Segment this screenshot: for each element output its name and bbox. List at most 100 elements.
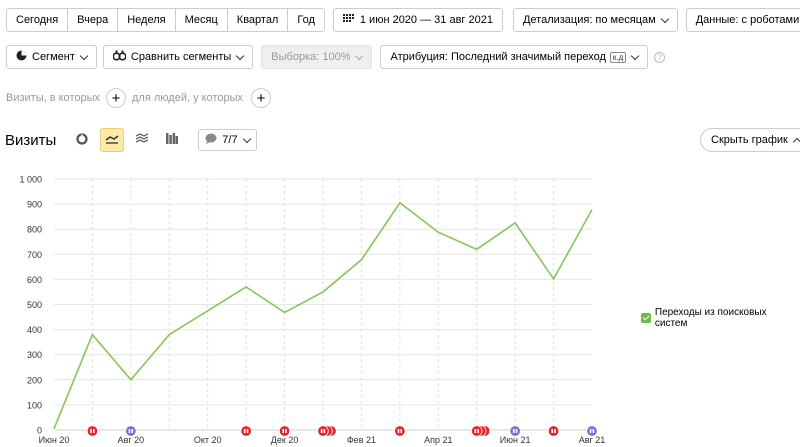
annotation-marker <box>509 425 521 437</box>
annotation-marker <box>479 425 491 437</box>
annotation-marker-glyph <box>128 429 131 433</box>
annotation-marker <box>475 425 487 437</box>
date-range-button[interactable]: 1 июн 2020 — 31 авг 2021 <box>332 8 503 32</box>
preset-month-button[interactable]: Месяц <box>175 9 228 31</box>
x-tick-label: Апр 21 <box>424 435 452 445</box>
preset-yesterday-button[interactable]: Вчера <box>68 9 119 31</box>
legend-checkbox[interactable] <box>641 313 651 323</box>
chart-title: Визиты <box>5 131 57 149</box>
annotation-marker-glyph <box>323 429 326 433</box>
attribution-dropdown[interactable]: Атрибуция: Последний значимый переход к.… <box>380 45 649 69</box>
chevron-up-icon <box>792 137 800 146</box>
y-tick-label: 500 <box>27 300 42 310</box>
y-tick-label: 600 <box>27 275 42 285</box>
data-label: Данные: с роботами <box>695 14 800 26</box>
pie-view-button[interactable] <box>70 128 94 152</box>
hide-chart-button[interactable]: Скрыть график <box>700 128 800 152</box>
attribution-badge: к.д <box>609 51 627 63</box>
y-tick-label: 100 <box>27 400 42 410</box>
chevron-down-icon <box>242 134 251 143</box>
annotation-marker-glyph <box>589 429 592 433</box>
annotation-marker <box>586 425 598 437</box>
annotation-marker-glyph <box>515 429 518 433</box>
line-chart-icon <box>105 134 119 147</box>
annotation-marker <box>325 425 337 437</box>
detail-label: Детализация: по месяцам <box>522 14 656 26</box>
metrics-dropdown[interactable]: 7/7 <box>198 129 257 151</box>
chevron-down-icon <box>236 51 245 60</box>
annotation-marker-glyph <box>400 429 403 433</box>
pie-view-icon <box>76 132 88 148</box>
annotation-marker <box>471 425 483 437</box>
annotation-marker-glyph <box>512 429 515 433</box>
annotation-marker <box>547 425 560 437</box>
date-range-label: 1 июн 2020 — 31 авг 2021 <box>359 14 493 26</box>
series-line <box>53 201 593 430</box>
compare-segments-dropdown[interactable]: Сравнить сегменты <box>102 45 254 69</box>
annotation-marker-glyph <box>131 429 134 433</box>
line-view-button[interactable] <box>100 128 125 152</box>
preset-quarter-button[interactable]: Квартал <box>227 9 289 31</box>
x-tick-label: Июн 20 <box>39 435 70 445</box>
attribution-label: Атрибуция: Последний значимый переход <box>390 51 606 63</box>
detail-dropdown[interactable]: Детализация: по месяцам <box>512 8 678 32</box>
annotation-marker-glyph <box>551 429 553 433</box>
x-tick-label: Июн 21 <box>500 435 531 445</box>
preset-today-button[interactable]: Сегодня <box>7 9 69 31</box>
annotation-marker <box>125 425 137 437</box>
y-tick-label: 1 000 <box>19 175 42 185</box>
x-tick-label: Окт 20 <box>194 435 222 445</box>
annotation-marker-glyph <box>93 429 95 433</box>
y-tick-label: 0 <box>37 426 42 436</box>
period-presets: Сегодня Вчера Неделя Месяц Квартал Год <box>6 8 325 32</box>
annotation-marker <box>317 425 329 437</box>
compare-label: Сравнить сегменты <box>130 51 232 63</box>
help-icon[interactable]: ? <box>654 51 666 63</box>
y-tick-label: 200 <box>27 375 42 385</box>
annotation-marker-glyph <box>397 429 400 433</box>
chevron-down-icon <box>631 51 640 60</box>
chevron-down-icon <box>355 51 364 60</box>
chart-legend[interactable]: Переходы из поисковых систем <box>641 307 800 329</box>
chevron-down-icon <box>79 51 89 60</box>
x-tick-label: Авг 21 <box>579 435 606 445</box>
stacked-area-icon <box>135 133 149 147</box>
period-toolbar: Сегодня Вчера Неделя Месяц Квартал Год 1… <box>6 8 800 32</box>
annotation-marker-glyph <box>90 429 92 433</box>
y-tick-label: 900 <box>27 200 42 210</box>
annotation-marker <box>240 425 252 437</box>
add-people-condition-button[interactable]: + <box>251 88 271 108</box>
segment-toolbar: Сегмент Сравнить сегменты Выборка: 100% … <box>6 45 666 69</box>
bar-chart-icon <box>166 133 179 147</box>
annotation-marker-glyph <box>320 429 323 433</box>
annotation-marker-glyph <box>243 429 246 433</box>
hide-chart-label: Скрыть график <box>711 134 788 146</box>
annotation-marker-glyph <box>554 429 556 433</box>
x-tick-label: Дек 20 <box>271 435 299 445</box>
preset-week-button[interactable]: Неделя <box>118 9 176 31</box>
x-tick-label: Авг 20 <box>118 435 145 445</box>
y-tick-label: 700 <box>27 250 42 260</box>
y-tick-label: 400 <box>27 325 42 335</box>
annotation-marker-glyph <box>246 429 249 433</box>
y-tick-label: 800 <box>27 225 42 235</box>
data-dropdown[interactable]: Данные: с роботами <box>685 8 800 32</box>
annotation-marker-glyph <box>474 429 477 433</box>
chart-header: Визиты 7/7 <box>5 128 257 152</box>
add-visit-condition-button[interactable]: + <box>106 88 126 108</box>
preset-year-button[interactable]: Год <box>288 9 324 31</box>
x-tick-label: Фев 21 <box>347 435 376 445</box>
sample-dropdown[interactable]: Выборка: 100% <box>261 45 373 69</box>
bar-view-button[interactable] <box>160 128 184 152</box>
segment-dropdown[interactable]: Сегмент <box>6 45 97 69</box>
segment-label: Сегмент <box>32 51 75 63</box>
compare-icon <box>112 50 127 64</box>
area-view-button[interactable] <box>130 128 154 152</box>
annotation-marker-glyph <box>477 429 479 433</box>
annotation-marker-glyph <box>592 429 595 433</box>
pie-chart-icon <box>16 50 27 64</box>
comment-icon <box>205 133 217 147</box>
annotation-marker <box>278 425 291 437</box>
sample-label: Выборка: 100% <box>271 51 351 63</box>
y-tick-label: 300 <box>27 350 42 360</box>
